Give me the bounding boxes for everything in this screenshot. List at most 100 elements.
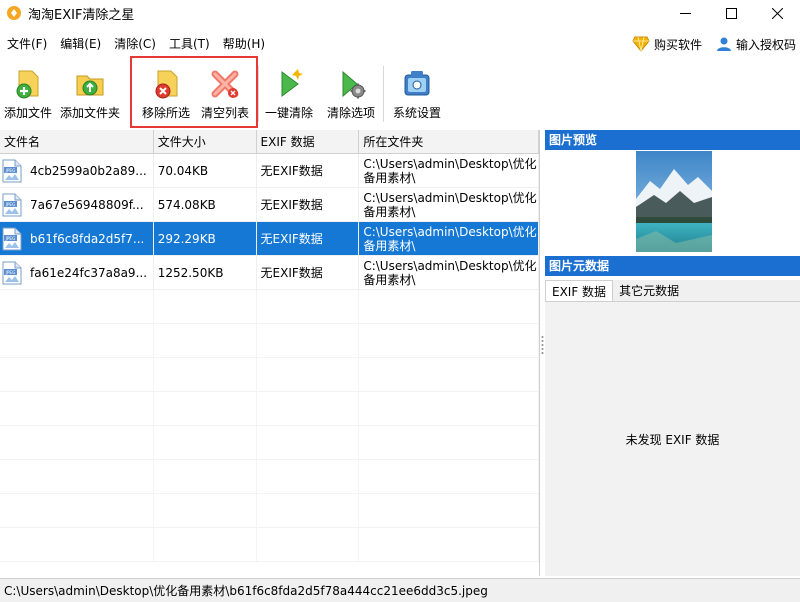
menu-tools[interactable]: 工具(T): [162, 30, 216, 58]
window-title: 淘淘EXIF清除之星: [28, 7, 135, 23]
clear-list-icon: [211, 70, 239, 98]
jpeg-file-icon: JPEG: [2, 227, 22, 250]
status-path: C:\Users\admin\Desktop\优化备用素材\b61f6c8fda…: [4, 584, 488, 598]
cell-exif-status: 无EXIF数据: [257, 256, 360, 289]
menu-edit[interactable]: 编辑(E): [53, 30, 107, 58]
menu-help[interactable]: 帮助(H): [216, 30, 271, 58]
column-header-folder[interactable]: 所在文件夹: [359, 130, 539, 153]
metadata-panel-header: 图片元数据: [545, 256, 800, 276]
table-row[interactable]: JPEG fa61e24fc37a8a9... 1252.50KB 无EXIF数据 C:…: [0, 256, 539, 290]
cell-exif-status: 无EXIF数据: [257, 154, 360, 187]
folder-path-line2: 备用素材\: [363, 170, 416, 185]
remove-selected-label: 移除所选: [141, 106, 190, 120]
cell-file-size: 292.29KB: [154, 222, 257, 255]
user-icon: [716, 37, 731, 51]
file-list: 文件名 文件大小 EXIF 数据 所在文件夹 JPEG 4cb2599a0b2a8…: [0, 130, 540, 576]
enter-license-label: 输入授权码: [735, 37, 796, 52]
file-icon-label: JPEG: [5, 167, 16, 172]
splitter-handle[interactable]: [541, 335, 544, 355]
close-button[interactable]: [754, 0, 800, 26]
system-settings-button[interactable]: 系统设置: [384, 60, 450, 124]
buy-software-label: 购买软件: [653, 37, 702, 52]
tab-exif-data[interactable]: EXIF 数据: [545, 280, 614, 301]
minimize-icon: [679, 12, 691, 14]
clean-options-label: 清除选项: [326, 106, 375, 120]
folder-path-line2: 备用素材\: [363, 238, 416, 253]
app-logo-icon: [7, 6, 21, 20]
file-name-text: fa61e24fc37a8a9...: [30, 265, 148, 280]
toolbar: 添加文件 添加文件夹 移除所选 清空列表 一键清除 清除选项 系统设置: [0, 60, 800, 126]
cell-folder: C:\Users\admin\Desktop\优化 备用素材\: [359, 188, 539, 221]
empty-list-row: [0, 324, 539, 358]
empty-list-row: [0, 494, 539, 528]
jpeg-file-icon: JPEG: [2, 159, 22, 182]
tab-other-metadata[interactable]: 其它元数据: [613, 280, 685, 301]
file-icon-label: JPEG: [5, 201, 16, 206]
file-list-header: 文件名 文件大小 EXIF 数据 所在文件夹: [0, 130, 539, 154]
folder-path-line1: C:\Users\admin\Desktop\优化: [363, 156, 537, 171]
folder-path-line1: C:\Users\admin\Desktop\优化: [363, 190, 537, 205]
cell-file-size: 70.04KB: [154, 154, 257, 187]
one-click-clean-label: 一键清除: [264, 106, 313, 120]
table-row[interactable]: JPEG b61f6c8fda2d5f7... 292.29KB 无EXIF数据 C:\…: [0, 222, 539, 256]
add-folder-label: 添加文件夹: [59, 106, 120, 120]
metadata-body: 未发现 EXIF 数据: [545, 302, 800, 576]
add-file-label: 添加文件: [3, 106, 52, 120]
empty-list-row: [0, 392, 539, 426]
cell-folder: C:\Users\admin\Desktop\优化 备用素材\: [359, 154, 539, 187]
column-header-name[interactable]: 文件名: [0, 130, 154, 153]
one-click-clean-button[interactable]: 一键清除: [259, 60, 319, 124]
folder-path-line1: C:\Users\admin\Desktop\优化: [363, 224, 537, 239]
table-row[interactable]: JPEG 7a67e56948809f... 574.08KB 无EXIF数据 C:\U…: [0, 188, 539, 222]
folder-path-line2: 备用素材\: [363, 272, 416, 287]
file-icon-label: JPEG: [5, 235, 16, 240]
cell-exif-status: 无EXIF数据: [257, 222, 360, 255]
add-file-button[interactable]: 添加文件: [0, 60, 56, 124]
jpeg-file-icon: JPEG: [2, 261, 22, 284]
maximize-button[interactable]: [708, 0, 754, 26]
diamond-icon: [632, 36, 650, 52]
cell-folder: C:\Users\admin\Desktop\优化 备用素材\: [359, 222, 539, 255]
cell-file-size: 1252.50KB: [154, 256, 257, 289]
status-bar: C:\Users\admin\Desktop\优化备用素材\b61f6c8fda…: [0, 578, 800, 602]
menu-bar: 文件(F) 编辑(E) 清除(C) 工具(T) 帮助(H) 购买软件 输入授权码: [0, 30, 800, 58]
maximize-icon: [725, 7, 737, 19]
minimize-button[interactable]: [662, 0, 708, 26]
remove-selected-button[interactable]: 移除所选: [136, 60, 196, 124]
column-header-size[interactable]: 文件大小: [154, 130, 257, 153]
cell-exif-status: 无EXIF数据: [257, 188, 360, 221]
preview-area: [545, 150, 800, 254]
cell-folder: C:\Users\admin\Desktop\优化 备用素材\: [359, 256, 539, 289]
add-folder-icon: [76, 75, 104, 96]
preview-panel-header: 图片预览: [545, 130, 800, 150]
column-header-exif[interactable]: EXIF 数据: [257, 130, 360, 153]
menu-file[interactable]: 文件(F): [0, 30, 53, 58]
table-row[interactable]: JPEG 4cb2599a0b2a89... 70.04KB 无EXIF数据 C:\Us…: [0, 154, 539, 188]
empty-list-row: [0, 528, 539, 562]
jpeg-file-icon: JPEG: [2, 193, 22, 216]
file-name-text: b61f6c8fda2d5f7...: [30, 231, 145, 246]
metadata-tabs: EXIF 数据 其它元数据: [545, 280, 800, 302]
no-exif-message: 未发现 EXIF 数据: [625, 432, 720, 447]
cell-file-name: JPEG 7a67e56948809f...: [0, 188, 154, 221]
file-icon-label: JPEG: [5, 269, 16, 274]
buy-software-link[interactable]: 购买软件: [632, 36, 702, 53]
clean-options-icon: [342, 70, 366, 99]
clear-list-label: 清空列表: [200, 106, 249, 120]
clean-options-button[interactable]: 清除选项: [319, 60, 383, 124]
cell-file-size: 574.08KB: [154, 188, 257, 221]
close-icon: [771, 7, 783, 19]
clear-list-button[interactable]: 清空列表: [196, 60, 254, 124]
empty-list-row: [0, 290, 539, 324]
add-folder-button[interactable]: 添加文件夹: [56, 60, 124, 124]
menu-clean[interactable]: 清除(C): [107, 30, 162, 58]
play-clean-icon: [281, 69, 303, 97]
folder-path-line1: C:\Users\admin\Desktop\优化: [363, 258, 537, 273]
folder-path-line2: 备用素材\: [363, 204, 416, 219]
remove-file-icon: [155, 70, 178, 99]
empty-list-row: [0, 358, 539, 392]
enter-license-link[interactable]: 输入授权码: [716, 36, 796, 53]
settings-icon: [404, 71, 430, 96]
system-settings-label: 系统设置: [392, 106, 441, 120]
file-name-text: 7a67e56948809f...: [30, 197, 144, 212]
